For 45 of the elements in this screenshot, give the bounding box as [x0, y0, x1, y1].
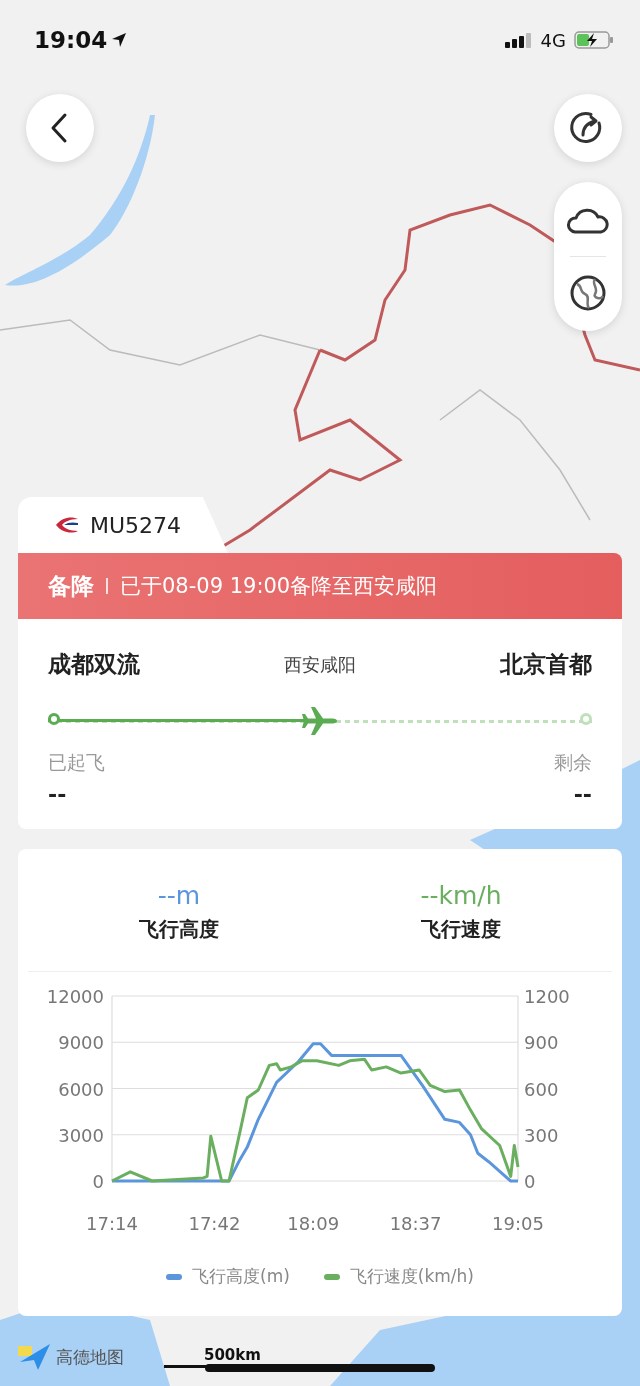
axis-tick-label: 6000 — [58, 1078, 104, 1100]
destination-airport: 北京首都 — [500, 650, 592, 679]
alert-status: 备降 — [48, 571, 94, 601]
signal-icon — [504, 32, 533, 48]
origin-airport: 成都双流 — [48, 650, 140, 679]
elapsed-label: 已起飞 — [48, 750, 105, 775]
axis-tick-label: 18:09 — [287, 1213, 340, 1234]
stat-label: 飞行速度 — [421, 916, 501, 943]
legend-label: 飞行速度(km/h) — [349, 1265, 474, 1288]
axis-tick-label: 17:14 — [86, 1213, 138, 1234]
battery-charging-icon — [574, 31, 614, 49]
elapsed-value: -- — [48, 782, 67, 807]
axis-tick-label: 12000 — [46, 986, 104, 1007]
axis-tick-label: 1200 — [524, 986, 570, 1007]
map-attribution: 高德地图 — [56, 1345, 124, 1369]
airline-logo-icon — [54, 516, 80, 534]
origin-dot — [48, 713, 60, 725]
remaining-value: -- — [573, 782, 592, 807]
status-time: 19:04 — [34, 27, 108, 53]
legend-swatch — [166, 1273, 182, 1280]
stat-value: --m — [157, 881, 201, 910]
axis-tick-label: 0 — [524, 1171, 536, 1192]
axis-tick-label: 17:42 — [188, 1213, 241, 1234]
destination-dot — [580, 713, 592, 725]
axis-tick-label: 3000 — [58, 1124, 104, 1146]
stat-value: --km/h — [420, 881, 502, 910]
stat-label: 飞行高度 — [139, 916, 219, 943]
axis-tick-label: 9000 — [58, 1032, 104, 1054]
remaining-label: 剩余 — [554, 750, 592, 775]
airplane-icon — [302, 706, 338, 736]
alert-message: 已于08-09 19:00备降至西安咸阳 — [120, 573, 438, 600]
axis-tick-label: 19:05 — [492, 1213, 544, 1234]
legend-label: 飞行高度(m) — [192, 1265, 290, 1288]
legend-swatch — [323, 1273, 340, 1280]
axis-tick-label: 300 — [524, 1124, 559, 1146]
map-logo-icon — [18, 1342, 52, 1372]
alternate-airport: 西安咸阳 — [284, 652, 356, 677]
flight-number: MU5274 — [90, 512, 182, 538]
network-label: 4G — [540, 29, 566, 51]
axis-tick-label: 18:37 — [389, 1213, 442, 1234]
axis-tick-label: 600 — [524, 1078, 559, 1100]
axis-tick-label: 0 — [92, 1171, 104, 1192]
axis-tick-label: 900 — [524, 1032, 559, 1054]
location-arrow-icon — [111, 32, 128, 48]
globe-icon — [569, 274, 607, 312]
